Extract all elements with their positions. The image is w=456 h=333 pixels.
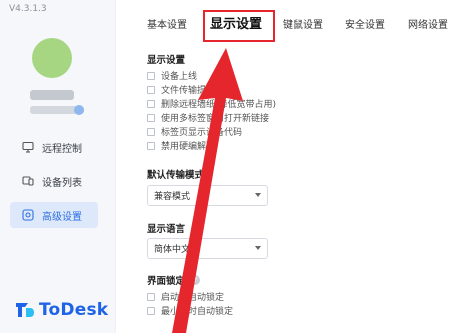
settings-icon [22, 209, 34, 221]
checkbox[interactable] [147, 113, 155, 122]
version-label: V4.3.1.3 [9, 4, 47, 14]
option-show-device-code[interactable]: 标签页显示设备代码 [147, 125, 242, 138]
language-select[interactable]: 简体中文 [147, 238, 268, 259]
section-title-language: 显示语言 [147, 224, 186, 235]
sidebar-item-advanced-settings[interactable]: 高级设置 [10, 202, 98, 228]
tab-keyboard-mouse[interactable]: 键鼠设置 [283, 16, 323, 31]
chevron-down-icon [255, 246, 261, 250]
username-blurred [30, 90, 74, 100]
help-icon[interactable]: ? [190, 275, 201, 285]
checkbox[interactable] [147, 127, 155, 136]
checkbox[interactable] [147, 306, 155, 315]
avatar[interactable] [32, 38, 72, 78]
checkbox[interactable] [147, 292, 155, 301]
todesk-logo: ToDesk [15, 300, 108, 320]
option-remove-wallpaper[interactable]: 删除远程墙纸(降低宽带占用) [147, 97, 276, 110]
option-disable-hw-codec[interactable]: 禁用硬编解码 [147, 139, 215, 152]
section-title-display: 显示设置 [147, 55, 186, 66]
section-title-transfer-mode: 默认传输模式 [147, 170, 205, 181]
logo-text: ToDesk [39, 300, 109, 320]
tab-security[interactable]: 安全设置 [345, 16, 385, 31]
sidebar-item-label: 远程控制 [42, 143, 82, 155]
checkbox[interactable] [147, 141, 155, 150]
account-link-icon[interactable] [74, 105, 84, 115]
checkbox[interactable] [147, 99, 155, 108]
devices-icon [22, 175, 34, 187]
tab-network[interactable]: 网络设置 [408, 16, 448, 31]
sidebar-item-remote-control[interactable]: 远程控制 [10, 134, 98, 160]
transfer-mode-select[interactable]: 兼容模式 [147, 185, 268, 206]
checkbox[interactable] [147, 71, 155, 80]
todesk-logo-icon [16, 303, 34, 317]
sidebar-item-label: 设备列表 [42, 177, 82, 189]
chevron-down-icon [255, 193, 261, 197]
sidebar: V4.3.1.3 远程控制 设备列表 高级设置 ToDesk [0, 0, 116, 333]
option-lock-on-start[interactable]: 启动时自动锁定 [147, 290, 224, 303]
tab-basic[interactable]: 基本设置 [147, 16, 187, 31]
checkbox[interactable] [147, 85, 155, 94]
monitor-icon [22, 141, 34, 153]
option-file-transfer[interactable]: 文件传输提醒 [147, 83, 215, 96]
section-title-interface-lock: 界面锁定 ? [147, 273, 201, 287]
settings-panel: 基本设置 显示设置 键鼠设置 安全设置 网络设置 显示设置 设备上线 文件传输提… [117, 0, 456, 333]
option-multi-tab[interactable]: 使用多标签窗口打开新链接 [147, 111, 269, 124]
tab-highlight-box [203, 10, 275, 42]
sidebar-item-label: 高级设置 [42, 211, 82, 223]
option-device-online[interactable]: 设备上线 [147, 69, 197, 82]
sidebar-item-device-list[interactable]: 设备列表 [10, 168, 98, 194]
option-lock-on-minimize[interactable]: 最小化时自动锁定 [147, 304, 233, 317]
